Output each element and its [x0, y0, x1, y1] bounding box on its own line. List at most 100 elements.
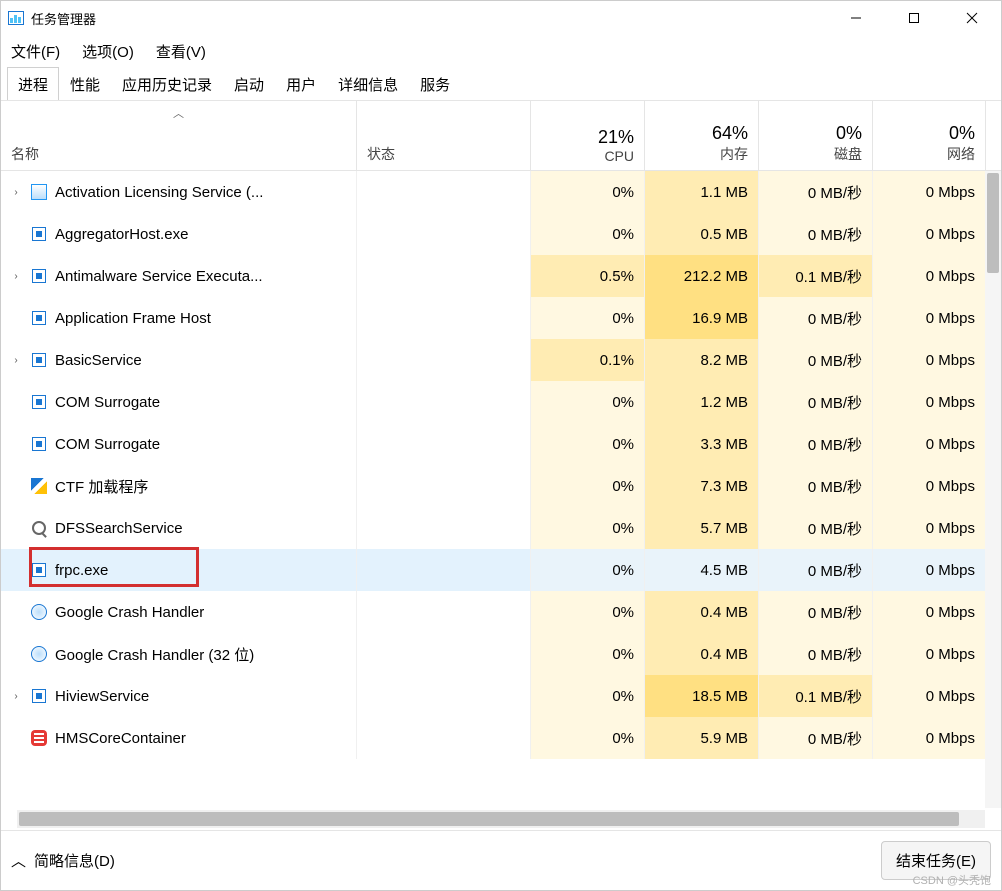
cell-name: HMSCoreContainer: [1, 717, 357, 759]
vertical-scrollbar[interactable]: [985, 171, 1001, 808]
cell-cpu: 0%: [531, 423, 645, 465]
menu-view[interactable]: 查看(V): [156, 41, 206, 62]
cell-memory: 7.3 MB: [645, 465, 759, 507]
process-name: Google Crash Handler (32 位): [55, 644, 254, 665]
table-row[interactable]: frpc.exe0%4.5 MB0 MB/秒0 Mbps: [1, 549, 1001, 591]
horizontal-scrollbar[interactable]: [17, 810, 985, 828]
process-icon: [29, 308, 49, 328]
table-row[interactable]: Application Frame Host0%16.9 MB0 MB/秒0 M…: [1, 297, 1001, 339]
cell-network: 0 Mbps: [873, 213, 986, 255]
table-row[interactable]: AggregatorHost.exe0%0.5 MB0 MB/秒0 Mbps: [1, 213, 1001, 255]
cell-name: COM Surrogate: [1, 381, 357, 423]
cell-disk: 0 MB/秒: [759, 423, 873, 465]
watermark: CSDN @头秃饱: [913, 872, 991, 888]
maximize-icon: [908, 12, 920, 24]
cell-name: CTF 加载程序: [1, 465, 357, 507]
cell-network: 0 Mbps: [873, 717, 986, 759]
window-title: 任务管理器: [31, 9, 96, 28]
cell-name: ›HiviewService: [1, 675, 357, 717]
table-row[interactable]: HMSCoreContainer0%5.9 MB0 MB/秒0 Mbps: [1, 717, 1001, 759]
cell-disk: 0 MB/秒: [759, 507, 873, 549]
column-header-cpu[interactable]: 21% CPU: [531, 101, 645, 170]
expand-icon[interactable]: ›: [9, 271, 23, 282]
cell-cpu: 0%: [531, 465, 645, 507]
fewer-details-toggle[interactable]: ︿ 简略信息(D): [11, 850, 115, 871]
cell-memory: 8.2 MB: [645, 339, 759, 381]
process-name: COM Surrogate: [55, 394, 160, 411]
tab-4[interactable]: 用户: [275, 67, 327, 100]
cell-status: [357, 255, 531, 297]
process-name: Activation Licensing Service (...: [55, 184, 263, 201]
titlebar[interactable]: 任务管理器: [1, 1, 1001, 35]
table-row[interactable]: COM Surrogate0%1.2 MB0 MB/秒0 Mbps: [1, 381, 1001, 423]
cell-status: [357, 423, 531, 465]
column-header-memory[interactable]: 64% 内存: [645, 101, 759, 170]
tab-3[interactable]: 启动: [223, 67, 275, 100]
cell-cpu: 0.1%: [531, 339, 645, 381]
scrollbar-thumb-h[interactable]: [19, 812, 959, 826]
table-row[interactable]: DFSSearchService0%5.7 MB0 MB/秒0 Mbps: [1, 507, 1001, 549]
menu-file[interactable]: 文件(F): [11, 41, 60, 62]
cell-disk: 0 MB/秒: [759, 717, 873, 759]
table-row[interactable]: CTF 加载程序0%7.3 MB0 MB/秒0 Mbps: [1, 465, 1001, 507]
cell-network: 0 Mbps: [873, 549, 986, 591]
process-name: Antimalware Service Executa...: [55, 268, 263, 285]
table-row[interactable]: Google Crash Handler0%0.4 MB0 MB/秒0 Mbps: [1, 591, 1001, 633]
cell-status: [357, 717, 531, 759]
process-name: COM Surrogate: [55, 436, 160, 453]
cell-memory: 0.5 MB: [645, 213, 759, 255]
process-name: Application Frame Host: [55, 310, 211, 327]
process-icon: [29, 392, 49, 412]
cell-memory: 1.1 MB: [645, 171, 759, 213]
menu-options[interactable]: 选项(O): [82, 41, 134, 62]
minimize-icon: [850, 12, 862, 24]
table-row[interactable]: ›BasicService0.1%8.2 MB0 MB/秒0 Mbps: [1, 339, 1001, 381]
minimize-button[interactable]: [827, 1, 885, 35]
cell-status: [357, 675, 531, 717]
table-row[interactable]: › Activation Licensing Service (... 0%1.1 …: [1, 171, 1001, 213]
table-row[interactable]: COM Surrogate0%3.3 MB0 MB/秒0 Mbps: [1, 423, 1001, 465]
cell-disk: 0 MB/秒: [759, 297, 873, 339]
cell-cpu: 0%: [531, 171, 645, 213]
cell-network: 0 Mbps: [873, 339, 986, 381]
expand-icon[interactable]: ›: [9, 691, 23, 702]
cell-disk: 0 MB/秒: [759, 171, 873, 213]
menubar: 文件(F) 选项(O) 查看(V): [1, 35, 1001, 67]
cell-name: › Antimalware Service Executa...: [1, 255, 357, 297]
maximize-button[interactable]: [885, 1, 943, 35]
process-icon: [29, 518, 49, 538]
column-header-disk[interactable]: 0% 磁盘: [759, 101, 873, 170]
cell-network: 0 Mbps: [873, 465, 986, 507]
cell-status: [357, 507, 531, 549]
cell-network: 0 Mbps: [873, 675, 986, 717]
close-button[interactable]: [943, 1, 1001, 35]
column-header-name[interactable]: ︿ 名称: [1, 101, 357, 170]
cell-disk: 0 MB/秒: [759, 591, 873, 633]
cell-status: [357, 213, 531, 255]
table-row[interactable]: › Antimalware Service Executa... 0.5%212.2…: [1, 255, 1001, 297]
cell-disk: 0 MB/秒: [759, 381, 873, 423]
table-row[interactable]: ›HiviewService0%18.5 MB0.1 MB/秒0 Mbps: [1, 675, 1001, 717]
cell-name: Application Frame Host: [1, 297, 357, 339]
column-header-status[interactable]: 状态: [357, 101, 531, 170]
cell-disk: 0.1 MB/秒: [759, 675, 873, 717]
cell-memory: 0.4 MB: [645, 591, 759, 633]
footer: ︿ 简略信息(D) 结束任务(E): [1, 830, 1001, 890]
column-header-network[interactable]: 0% 网络: [873, 101, 986, 170]
scrollbar-thumb[interactable]: [987, 173, 999, 273]
cell-cpu: 0.5%: [531, 255, 645, 297]
cell-name: Google Crash Handler (32 位): [1, 633, 357, 675]
expand-icon[interactable]: ›: [9, 355, 23, 366]
tab-0[interactable]: 进程: [7, 67, 59, 100]
expand-icon[interactable]: ›: [9, 187, 23, 198]
table-row[interactable]: Google Crash Handler (32 位)0%0.4 MB0 MB/…: [1, 633, 1001, 675]
process-icon: [29, 434, 49, 454]
tab-5[interactable]: 详细信息: [327, 67, 409, 100]
cell-name: COM Surrogate: [1, 423, 357, 465]
tab-2[interactable]: 应用历史记录: [111, 67, 223, 100]
cell-network: 0 Mbps: [873, 423, 986, 465]
tab-6[interactable]: 服务: [409, 67, 461, 100]
tab-1[interactable]: 性能: [59, 67, 111, 100]
cell-memory: 212.2 MB: [645, 255, 759, 297]
cell-network: 0 Mbps: [873, 381, 986, 423]
